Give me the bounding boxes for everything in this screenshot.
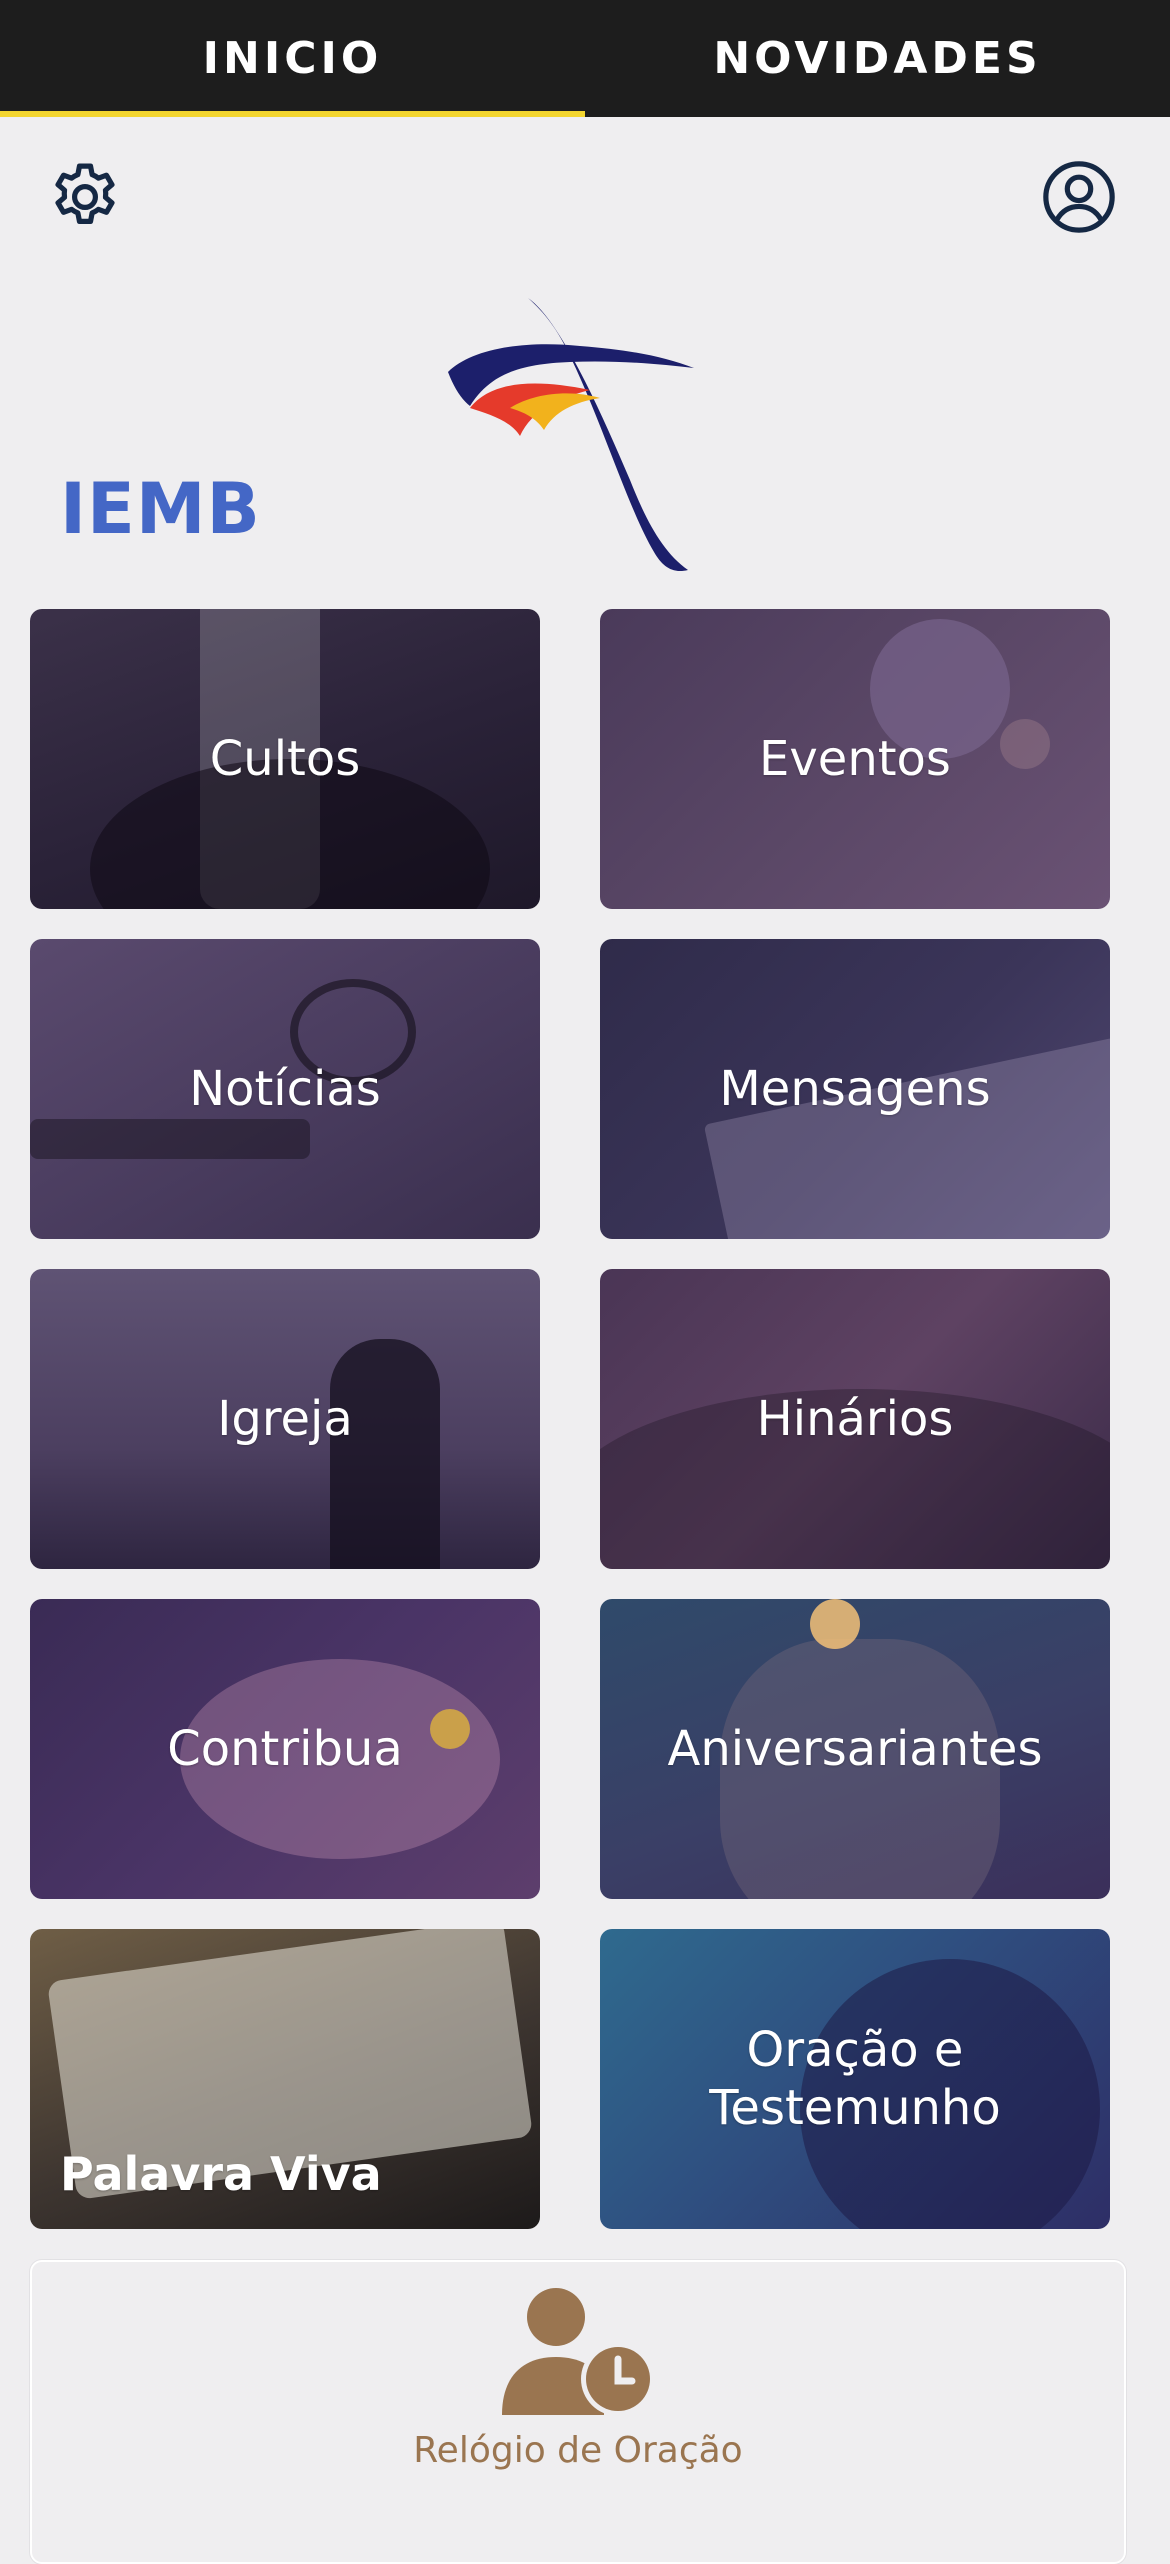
tile-label: Aniversariantes — [667, 1721, 1043, 1777]
church-logo — [440, 290, 740, 580]
prayer-clock-label: Relógio de Oração — [413, 2430, 743, 2471]
tile-contribua[interactable]: Contribua — [30, 1599, 540, 1899]
praying-person-silhouette — [330, 1339, 440, 1569]
tile-igreja[interactable]: Igreja — [30, 1269, 540, 1569]
tile-palavra-viva[interactable]: Palavra Viva — [30, 1929, 540, 2229]
tile-label: Cultos — [209, 731, 361, 787]
tile-cultos[interactable]: Cultos — [30, 609, 540, 909]
tile-label: Igreja — [217, 1391, 353, 1447]
tile-mensagens[interactable]: Mensagens — [600, 939, 1110, 1239]
sparkler — [810, 1599, 860, 1649]
pen-shape — [30, 1119, 310, 1159]
tile-aniversariantes[interactable]: Aniversariantes — [600, 1599, 1110, 1899]
tile-label: Palavra Viva — [60, 2147, 382, 2201]
top-tab-bar: INICIO NOVIDADES — [0, 0, 1170, 117]
bokeh-light — [1000, 719, 1050, 769]
tile-label: Eventos — [759, 731, 951, 787]
tile-label: Contribua — [167, 1721, 403, 1777]
tile-label: Mensagens — [719, 1061, 991, 1117]
tile-hinarios[interactable]: Hinários — [600, 1269, 1110, 1569]
flower — [430, 1709, 470, 1749]
tile-label: Oração e Testemunho — [709, 2022, 1001, 2136]
user-clock-icon — [500, 2287, 656, 2417]
prayer-clock-card[interactable]: Relógio de Oração — [30, 2260, 1126, 2564]
tile-noticias[interactable]: Notícias — [30, 939, 540, 1239]
gear-icon[interactable] — [46, 158, 124, 236]
user-circle-icon[interactable] — [1040, 158, 1118, 236]
tile-label: Hinários — [756, 1391, 954, 1447]
brand-name: IEMB — [60, 468, 261, 550]
tile-eventos[interactable]: Eventos — [600, 609, 1110, 909]
tile-label: Notícias — [189, 1061, 381, 1117]
tile-oracao-testemunho[interactable]: Oração e Testemunho — [600, 1929, 1110, 2229]
tab-inicio[interactable]: INICIO — [0, 0, 585, 117]
tab-novidades[interactable]: NOVIDADES — [585, 0, 1170, 117]
